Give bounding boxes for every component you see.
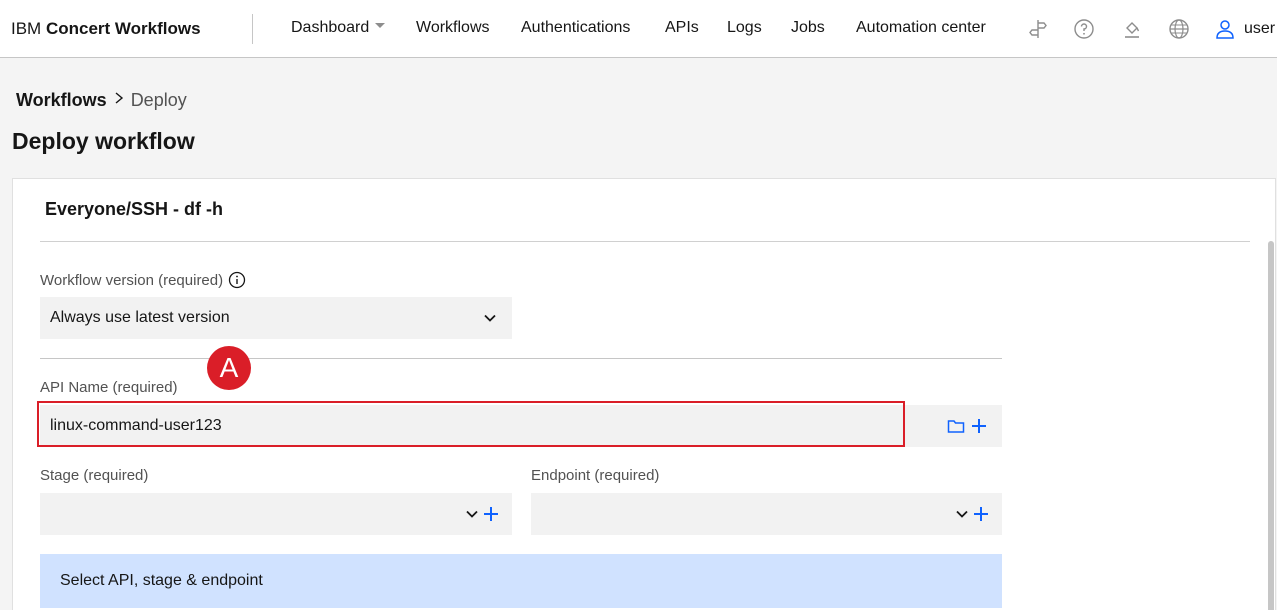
section-divider [40, 358, 1002, 359]
nav-apis[interactable]: APIs [665, 19, 699, 37]
breadcrumb-workflows[interactable]: Workflows [16, 90, 107, 111]
chevron-down-icon [375, 23, 386, 29]
chevron-down-icon [484, 314, 496, 322]
workflow-version-select[interactable]: Always use latest version [40, 297, 512, 339]
user-label: user [1244, 20, 1276, 37]
breadcrumb-current: Deploy [130, 90, 187, 110]
selection-banner: Select API, stage & endpoint [40, 554, 1002, 608]
paint-bucket-icon[interactable] [1119, 16, 1145, 42]
signpost-icon[interactable] [1025, 16, 1051, 42]
help-icon[interactable] [1071, 16, 1097, 42]
nav-divider [252, 14, 253, 44]
nav-authentications[interactable]: Authentications [521, 19, 630, 37]
app-brand[interactable]: IBM Concert Workflows [11, 19, 201, 39]
nav-dashboard-label: Dashboard [291, 19, 370, 36]
user-icon [1216, 20, 1234, 39]
user-menu[interactable]: user [1214, 16, 1275, 42]
add-endpoint-icon[interactable] [971, 504, 991, 524]
scrollbar[interactable] [1268, 241, 1274, 610]
info-icon[interactable] [228, 271, 246, 289]
workflow-version-label: Workflow version (required) [40, 271, 246, 289]
stage-select[interactable] [40, 493, 512, 535]
brand-name: Concert Workflows [45, 19, 201, 38]
selection-banner-text: Select API, stage & endpoint [60, 572, 263, 589]
add-stage-icon[interactable] [481, 504, 501, 524]
add-api-icon[interactable] [969, 416, 989, 436]
annotation-highlight-box [37, 401, 905, 447]
folder-icon[interactable] [946, 416, 966, 436]
nav-workflows[interactable]: Workflows [416, 19, 490, 37]
nav-dashboard[interactable]: Dashboard [291, 19, 386, 37]
nav-jobs[interactable]: Jobs [791, 19, 825, 37]
workflow-version-label-text: Workflow version (required) [40, 271, 224, 289]
page-title: Deploy workflow [12, 128, 195, 154]
workflow-version-value: Always use latest version [50, 309, 230, 326]
deploy-card: Everyone/SSH - df -h Workflow version (r… [12, 178, 1276, 610]
chevron-right-icon [113, 91, 125, 110]
brand-prefix: IBM [11, 19, 42, 38]
annotation-marker: A [207, 346, 251, 390]
endpoint-label: Endpoint (required) [531, 467, 660, 484]
card-title: Everyone/SSH - df -h [45, 199, 224, 219]
chevron-down-icon[interactable] [952, 504, 972, 524]
card-divider [40, 241, 1250, 242]
nav-logs[interactable]: Logs [727, 19, 762, 37]
breadcrumb: Workflows Deploy [16, 90, 187, 111]
api-name-label: API Name (required) [40, 379, 178, 396]
chevron-down-icon[interactable] [462, 504, 482, 524]
top-navbar: IBM Concert Workflows Dashboard Workflow… [0, 0, 1277, 58]
endpoint-select[interactable] [531, 493, 1002, 535]
nav-automation-center[interactable]: Automation center [856, 19, 986, 37]
globe-icon[interactable] [1166, 16, 1192, 42]
stage-label: Stage (required) [40, 467, 149, 484]
